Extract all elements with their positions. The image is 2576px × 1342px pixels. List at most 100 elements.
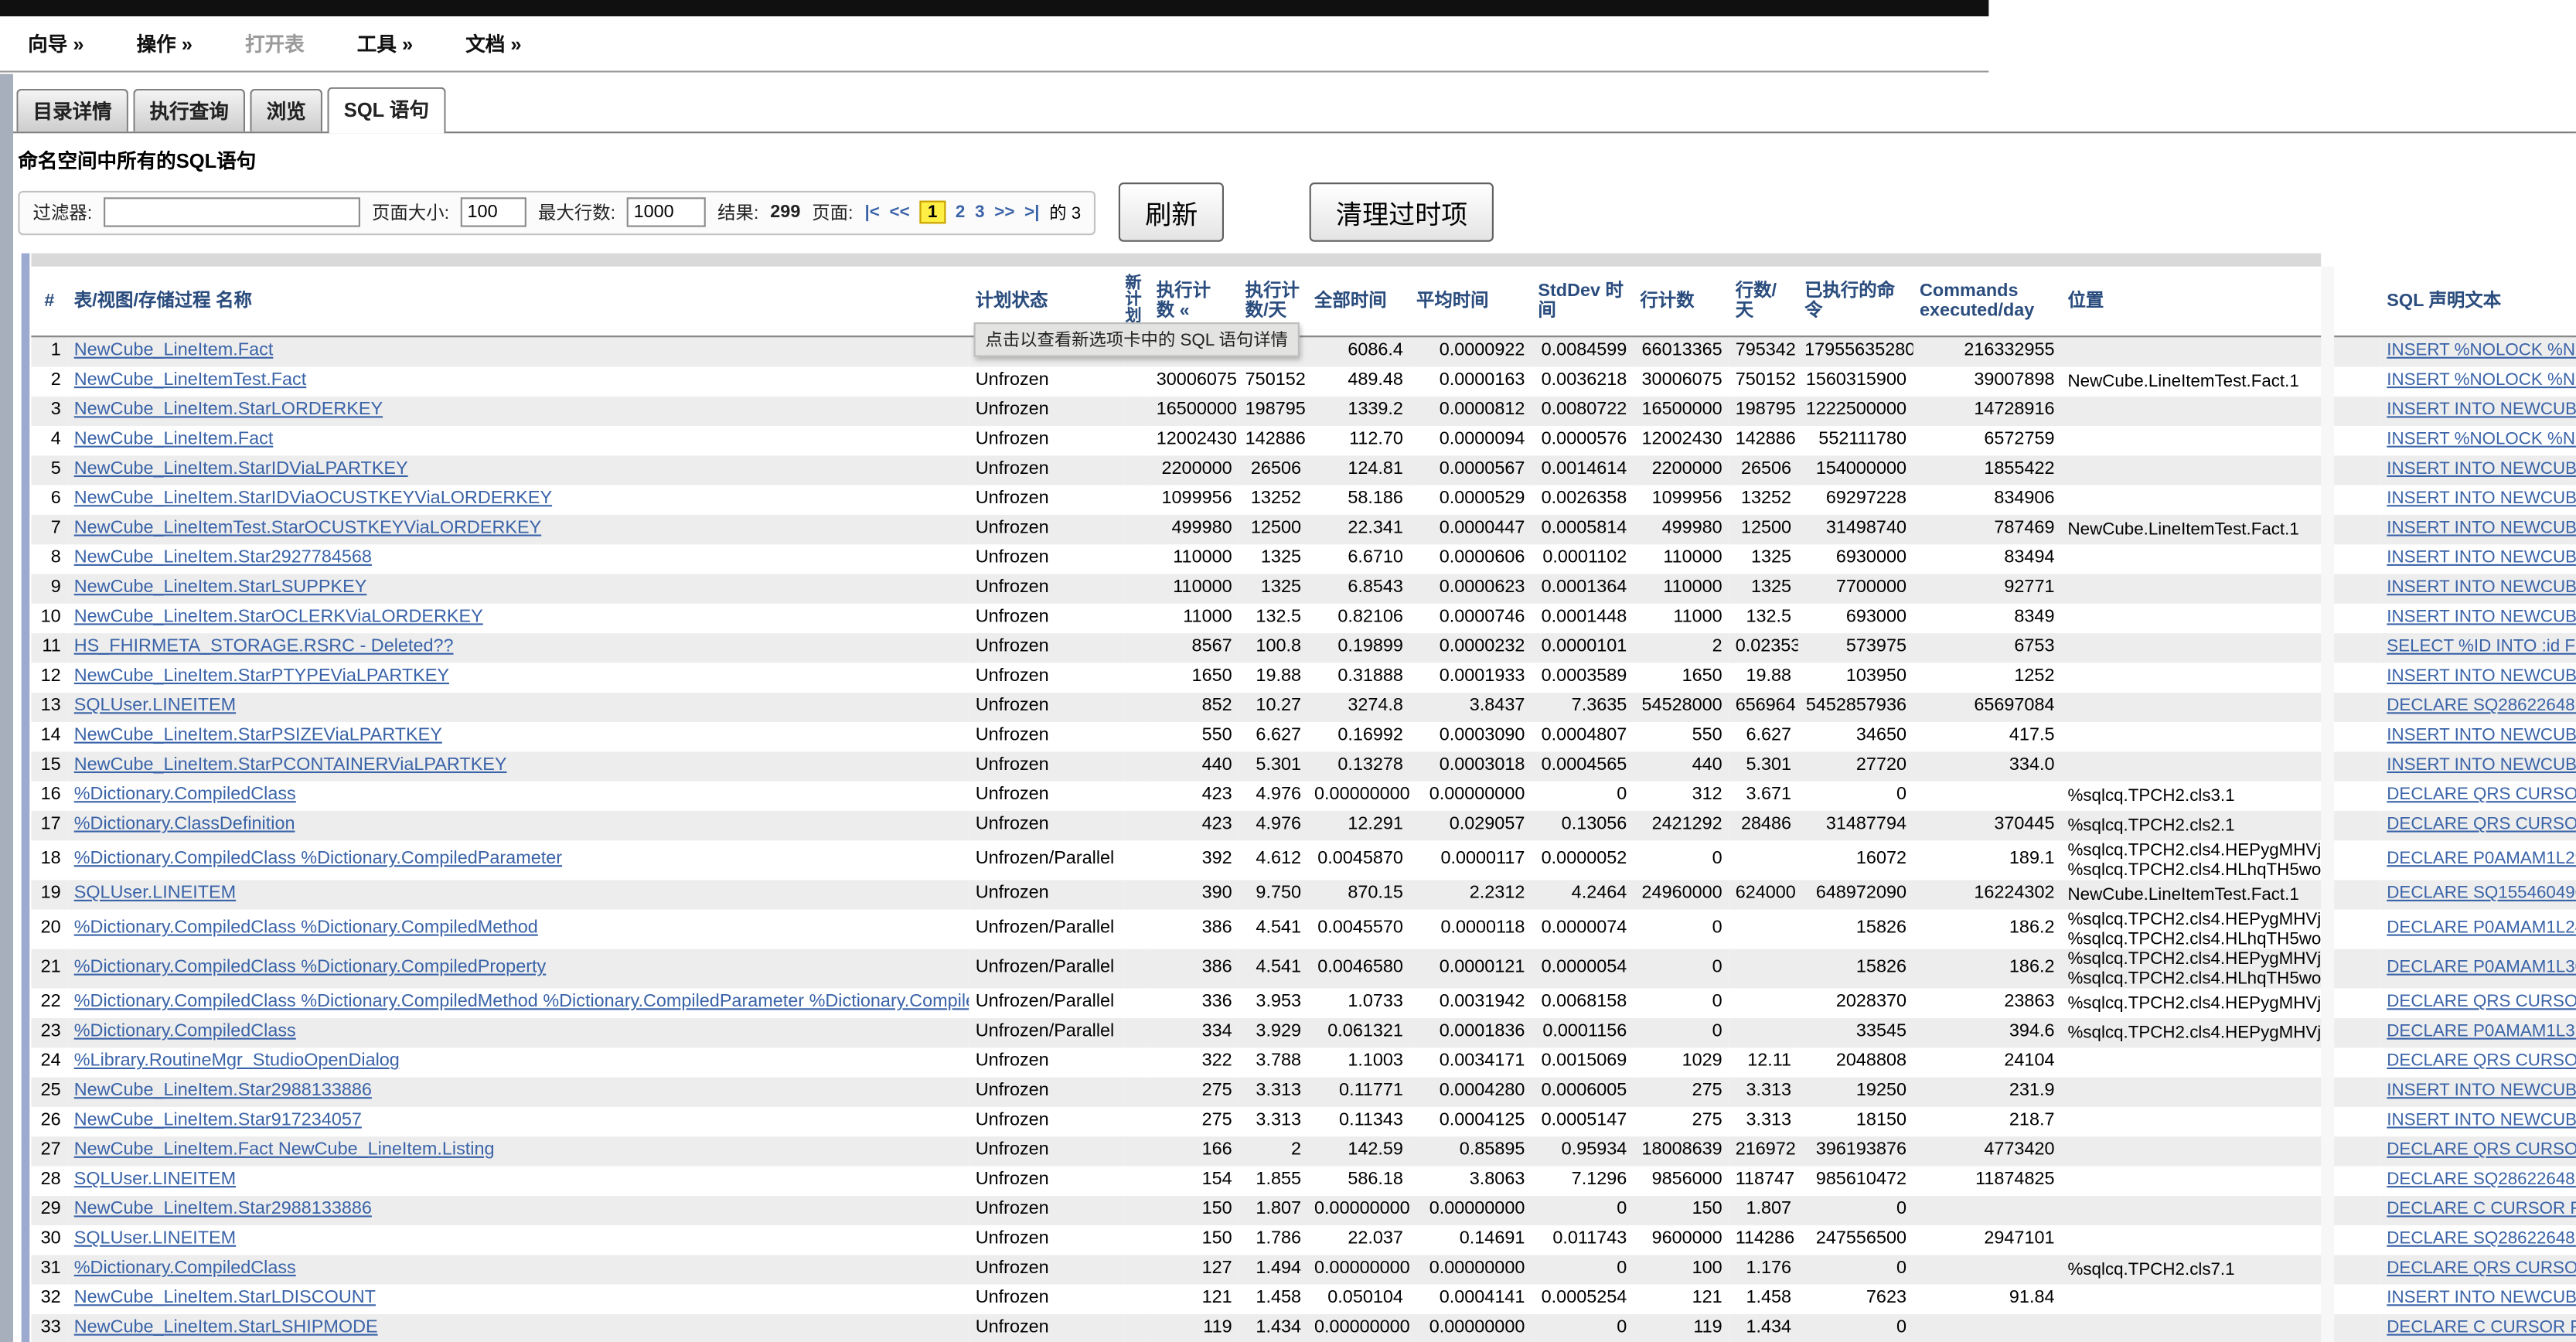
sql-link[interactable]: DECLARE QRS CURSOR [2387, 992, 2576, 1012]
sql-link[interactable]: DECLARE P0AMAM1L24 [2387, 918, 2576, 938]
sql-link[interactable]: INSERT %NOLOCK %NO [2387, 370, 2576, 390]
col-header-sql[interactable]: SQL 声明文本 [2380, 267, 2576, 336]
tab-0[interactable]: 目录详情 [16, 89, 128, 131]
name-link[interactable]: NewCube_LineItem.StarPCONTAINERViaLPARTK… [74, 755, 507, 775]
col-header-rows[interactable]: 行计数 [1634, 267, 1729, 336]
name-link[interactable]: NewCube_LineItem.Fact [74, 340, 274, 360]
name-link[interactable]: NewCube_LineItem.Star2927784568 [74, 548, 372, 568]
tab-1[interactable]: 执行查询 [133, 89, 245, 131]
sql-link[interactable]: INSERT %NOLOCK %NO [2387, 429, 2576, 449]
col-header-cmdsday[interactable]: Commands executed/day [1913, 267, 2061, 336]
name-link[interactable]: NewCube_LineItem.StarOCLERKViaLORDERKEY [74, 607, 483, 627]
col-header-name[interactable]: 表/视图/存储过程 名称 [67, 267, 969, 336]
name-link[interactable]: %Dictionary.ClassDefinition [74, 814, 295, 834]
sql-link[interactable]: DECLARE P0AMAM1L31 [2387, 1021, 2576, 1041]
pager-prev-icon[interactable]: << [890, 203, 910, 223]
name-link[interactable]: %Dictionary.CompiledClass [74, 785, 296, 805]
col-header-std[interactable]: StdDev 时 间 [1532, 267, 1634, 336]
pager-last-icon[interactable]: >| [1024, 203, 1039, 223]
pager-first-icon[interactable]: |< [864, 203, 879, 223]
name-link[interactable]: SQLUser.LINEITEM [74, 1170, 236, 1190]
page-size-input[interactable] [461, 197, 526, 227]
sql-link[interactable]: DECLARE P0AMAM1L29 [2387, 849, 2576, 869]
name-link[interactable]: %Dictionary.CompiledClass %Dictionary.Co… [74, 849, 562, 869]
sql-link[interactable]: INSERT INTO NEWCUBE [2387, 755, 2576, 775]
name-link[interactable]: %Dictionary.CompiledClass %Dictionary.Co… [74, 918, 538, 938]
sql-link[interactable]: INSERT INTO NEWCUBE [2387, 489, 2576, 509]
name-link[interactable]: NewCube_LineItem.StarLDISCOUNT [74, 1288, 376, 1308]
sql-link[interactable]: DECLARE QRS CURSOR [2387, 814, 2576, 834]
sql-link[interactable]: DECLARE SQ286226481 [2387, 696, 2576, 716]
col-header-loc[interactable]: 位置 [2061, 267, 2321, 336]
sql-link[interactable]: INSERT INTO NEWCUBE [2387, 666, 2576, 686]
sql-link[interactable]: INSERT INTO NEWCUBE [2387, 548, 2576, 568]
name-link[interactable]: HS_FHIRMETA_STORAGE.RSRC - Deleted?? [74, 636, 454, 656]
tab-2[interactable]: 浏览 [250, 89, 322, 131]
sql-link[interactable]: DECLARE QRS CURSOR [2387, 1051, 2576, 1071]
sql-link[interactable]: INSERT INTO NEWCUBE [2387, 1110, 2576, 1130]
name-link[interactable]: SQLUser.LINEITEM [74, 884, 236, 904]
name-link[interactable]: SQLUser.LINEITEM [74, 1228, 236, 1248]
name-link[interactable]: %Library.RoutineMgr_StudioOpenDialog [74, 1051, 400, 1071]
cell-loc: %sqlcq.TPCH2.cls4.HEPygMHVj5f.1 [2061, 1017, 2321, 1047]
sql-link[interactable]: DECLARE P0AMAM1L30 [2387, 957, 2576, 977]
menu-item-0[interactable]: 向导 » [28, 29, 83, 57]
name-link[interactable]: %Dictionary.CompiledClass %Dictionary.Co… [74, 957, 546, 977]
col-header-cmds[interactable]: 已执行的命 令 [1798, 267, 1913, 336]
name-link[interactable]: NewCube_LineItem.StarLSUPPKEY [74, 577, 367, 598]
sql-link[interactable]: INSERT INTO NEWCUBE [2387, 400, 2576, 420]
pager-page-3[interactable]: 3 [975, 203, 984, 223]
name-link[interactable]: NewCube_LineItem.StarPSIZEViaLPARTKEY [74, 725, 442, 745]
filter-input[interactable] [104, 197, 360, 227]
name-link[interactable]: NewCube_LineItemTest.Fact [74, 370, 307, 390]
sql-link[interactable]: DECLARE C CURSOR FO [2387, 1317, 2576, 1337]
sql-link[interactable]: INSERT INTO NEWCUBE [2387, 459, 2576, 479]
cell-sql: DECLARE P0AMAM1L30 [2380, 949, 2576, 988]
sql-link[interactable]: INSERT %NOLOCK %NO [2387, 340, 2576, 360]
sql-link[interactable]: SELECT %ID INTO :id FR [2387, 636, 2576, 656]
sql-link[interactable]: INSERT INTO NEWCUBE [2387, 577, 2576, 598]
name-link[interactable]: NewCube_LineItem.Star2988133886 [74, 1081, 372, 1101]
sql-link[interactable]: DECLARE QRS CURSOR [2387, 785, 2576, 805]
name-link[interactable]: %Dictionary.CompiledClass %Dictionary.Co… [74, 992, 969, 1012]
sql-link[interactable]: DECLARE QRS CURSOR [2387, 1259, 2576, 1279]
name-link[interactable]: NewCube_LineItem.Fact [74, 429, 274, 449]
name-link[interactable]: %Dictionary.CompiledClass [74, 1259, 296, 1279]
name-link[interactable]: NewCube_LineItem.Star2988133886 [74, 1199, 372, 1219]
name-link[interactable]: NewCube_LineItem.Star917234057 [74, 1110, 362, 1130]
name-link[interactable]: NewCube_LineItemTest.StarOCUSTKEYViaLORD… [74, 518, 541, 538]
name-link[interactable]: SQLUser.LINEITEM [74, 696, 236, 716]
sql-link[interactable]: DECLARE SQ155460490 [2387, 884, 2576, 904]
tab-3[interactable]: SQL 语句 [328, 87, 446, 134]
name-link[interactable]: NewCube_LineItem.StarPTYPEViaLPARTKEY [74, 666, 449, 686]
col-header-rowsday[interactable]: 行数/天 [1729, 267, 1797, 336]
purge-stale-button[interactable]: 清理过时项 [1310, 182, 1494, 242]
sql-link[interactable]: INSERT INTO NEWCUBE [2387, 518, 2576, 538]
cell-rowsday [1729, 949, 1797, 988]
sql-link[interactable]: DECLARE SQ286226481 [2387, 1228, 2576, 1248]
col-header-n[interactable]: # [31, 267, 67, 336]
col-header-total[interactable]: 全部时间 [1308, 267, 1410, 336]
sql-link[interactable]: DECLARE SQ286226481 [2387, 1170, 2576, 1190]
refresh-button[interactable]: 刷新 [1119, 182, 1224, 242]
name-link[interactable]: NewCube_LineItem.StarLORDERKEY [74, 400, 383, 420]
menu-item-4[interactable]: 文档 » [465, 29, 521, 57]
name-link[interactable]: NewCube_LineItem.StarIDViaLPARTKEY [74, 459, 408, 479]
max-rows-input[interactable] [627, 197, 706, 227]
sql-link[interactable]: INSERT INTO NEWCUBE [2387, 1288, 2576, 1308]
menu-item-1[interactable]: 操作 » [137, 29, 193, 57]
sql-link[interactable]: INSERT INTO NEWCUBE [2387, 607, 2576, 627]
pager-page-2[interactable]: 2 [956, 203, 965, 223]
sql-link[interactable]: INSERT INTO NEWCUBE [2387, 725, 2576, 745]
sql-link[interactable]: DECLARE C CURSOR FO [2387, 1199, 2576, 1219]
name-link[interactable]: NewCube_LineItem.StarLSHIPMODE [74, 1317, 378, 1337]
menu-item-3[interactable]: 工具 » [357, 29, 413, 57]
sql-link[interactable]: INSERT INTO NEWCUBE [2387, 1081, 2576, 1101]
col-header-avg[interactable]: 平均时间 [1409, 267, 1531, 336]
sql-link[interactable]: DECLARE QRS CURSOR [2387, 1139, 2576, 1160]
name-link[interactable]: %Dictionary.CompiledClass [74, 1021, 296, 1041]
name-link[interactable]: NewCube_LineItem.Fact NewCube_LineItem.L… [74, 1139, 495, 1160]
cell-sql: DECLARE SQ286226481 [2380, 1165, 2576, 1194]
pager-next-icon[interactable]: >> [994, 203, 1014, 223]
name-link[interactable]: NewCube_LineItem.StarIDViaOCUSTKEYViaLOR… [74, 489, 552, 509]
